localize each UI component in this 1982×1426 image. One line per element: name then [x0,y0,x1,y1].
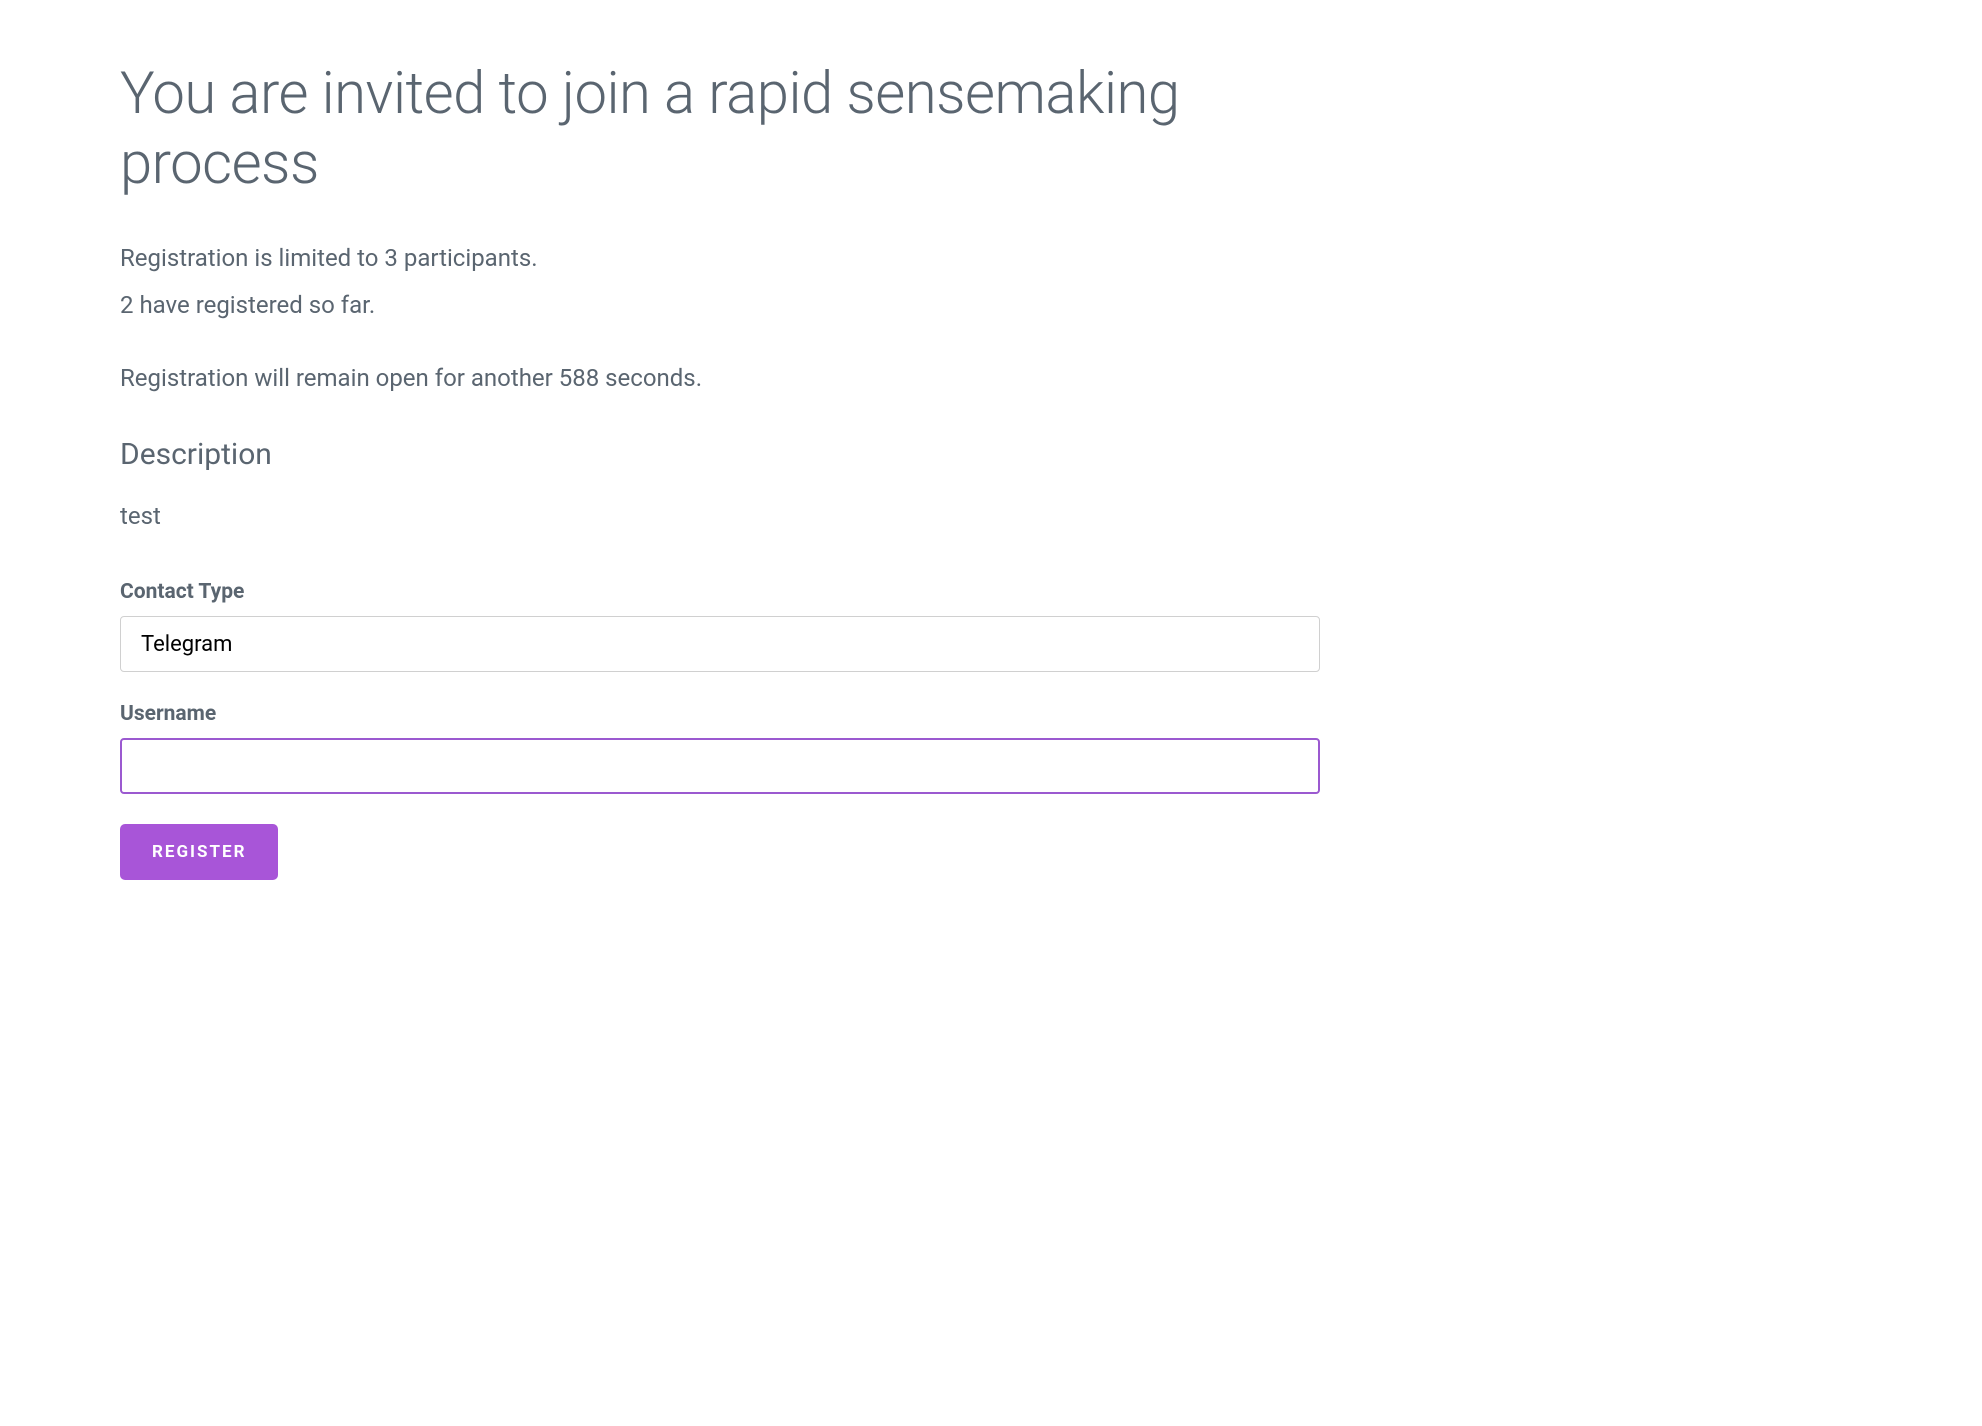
contact-type-label: Contact Type [120,580,1320,604]
page-title: You are invited to join a rapid sensemak… [120,60,1320,199]
registration-limit-text: Registration is limited to 3 participant… [120,239,1320,277]
username-label: Username [120,702,1320,726]
description-body: test [120,502,1320,530]
registered-count-text: 2 have registered so far. [120,286,1320,324]
registration-timer-text: Registration will remain open for anothe… [120,359,1320,397]
register-button[interactable]: REGISTER [120,824,278,880]
username-input[interactable] [120,738,1320,794]
description-heading: Description [120,437,1320,472]
contact-type-select[interactable]: Telegram [120,616,1320,672]
